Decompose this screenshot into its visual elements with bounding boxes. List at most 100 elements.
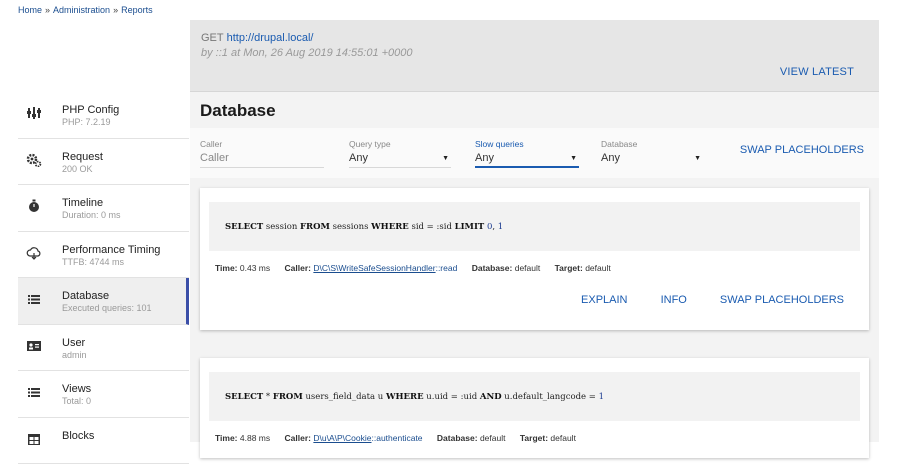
sidebar-item-subtitle: TTFB: 4744 ms <box>62 257 124 267</box>
query-database: default <box>515 263 541 273</box>
caller-filter-label: Caller <box>200 139 324 149</box>
request-method: GET <box>201 32 224 44</box>
sql-token: * <box>263 392 273 402</box>
php-config-icon <box>26 106 42 120</box>
sidebar-item-subtitle: Duration: 0 ms <box>62 210 121 220</box>
sql-token: u.default_langcode = <box>502 392 599 402</box>
caller-input[interactable]: Caller <box>200 152 324 168</box>
chevron-down-icon: ▼ <box>442 155 449 162</box>
cloud-icon <box>26 246 42 260</box>
sql-token: FROM <box>300 222 330 232</box>
caller-filter: Caller Caller <box>200 139 324 168</box>
sidebar-item-database[interactable]: Database Executed queries: 101 <box>18 278 189 325</box>
breadcrumb-reports[interactable]: Reports <box>121 5 153 15</box>
sql-token: users_field_data u <box>303 392 386 402</box>
sidebar-item-title: Request <box>62 151 103 163</box>
swap-placeholders-button[interactable]: SWAP PLACEHOLDERS <box>720 294 844 306</box>
target-label: Target: <box>555 263 583 273</box>
caller-class-link[interactable]: D\C\S\WriteSafeSessionHandler <box>313 263 435 273</box>
id-card-icon <box>26 339 42 353</box>
sql-token: sid = :sid <box>409 222 455 232</box>
view-latest-button[interactable]: VIEW LATEST <box>780 66 854 78</box>
slow-queries-filter: Slow queries Any ▼ <box>475 139 579 168</box>
breadcrumb-separator: » <box>45 5 50 15</box>
sql-token: FROM <box>273 392 303 402</box>
breadcrumb-separator: » <box>113 5 118 15</box>
sidebar-item-views[interactable]: Views Total: 0 <box>18 371 189 418</box>
sidebar-item-title: Timeline <box>62 197 103 209</box>
sidebar-item-subtitle: Total: 0 <box>62 396 91 406</box>
gears-icon <box>26 153 42 167</box>
query-type-value: Any <box>349 152 368 164</box>
query-filters: Caller Caller Query type Any ▼ Slow queri… <box>190 128 879 178</box>
sql-query: SELECT session FROM sessions WHERE sid =… <box>209 202 860 251</box>
database-label: Database: <box>472 263 513 273</box>
list-icon <box>26 385 42 399</box>
sidebar-item-user[interactable]: User admin <box>18 325 189 372</box>
sql-token: u.uid = :uid <box>424 392 480 402</box>
breadcrumb: Home»Administration»Reports <box>18 5 153 15</box>
page-title: Database <box>200 101 276 121</box>
request-line: GEThttp://drupal.local/ <box>201 32 313 44</box>
slow-queries-label: Slow queries <box>475 139 579 149</box>
sql-token: LIMIT <box>455 222 485 232</box>
sql-token: AND <box>480 392 502 402</box>
database-filter-label: Database <box>601 139 703 149</box>
sql-token: WHERE <box>386 392 424 402</box>
caller-method: ::read <box>436 263 458 273</box>
sql-token: SELECT <box>225 392 263 402</box>
query-type-label: Query type <box>349 139 451 149</box>
info-button[interactable]: INFO <box>661 294 687 306</box>
chevron-down-icon: ▼ <box>570 155 577 162</box>
sidebar-item-title: PHP Config <box>62 104 119 116</box>
database-panel: Database Caller Caller Query type Any ▼ S… <box>190 92 879 442</box>
sidebar-item-title: Database <box>62 290 109 302</box>
sidebar-item-timeline[interactable]: Timeline Duration: 0 ms <box>18 185 189 232</box>
query-type-select[interactable]: Any ▼ <box>349 152 451 168</box>
request-by-line: by ::1 at Mon, 26 Aug 2019 14:55:01 +000… <box>201 47 413 59</box>
sidebar-item-title: User <box>62 337 85 349</box>
sql-token: sessions <box>330 222 371 232</box>
sidebar-item-title: Blocks <box>62 430 94 442</box>
query-card: SELECT * FROM users_field_data u WHERE u… <box>200 358 869 458</box>
sidebar-item-request[interactable]: Request 200 OK <box>18 139 189 186</box>
breadcrumb-administration[interactable]: Administration <box>53 5 110 15</box>
request-url-link[interactable]: http://drupal.local/ <box>227 32 314 44</box>
chevron-down-icon: ▼ <box>694 155 701 162</box>
request-header: GEThttp://drupal.local/ by ::1 at Mon, 2… <box>190 20 879 92</box>
blocks-icon <box>26 432 42 446</box>
slow-queries-value: Any <box>475 152 494 164</box>
explain-button[interactable]: EXPLAIN <box>581 294 627 306</box>
caller-label: Caller: <box>285 263 311 273</box>
sidebar-item-subtitle: 200 OK <box>62 164 93 174</box>
sql-token: 1 <box>498 222 503 232</box>
sidebar: PHP Config PHP: 7.2.19 Request 200 OK Ti… <box>18 92 189 464</box>
sidebar-item-subtitle: Executed queries: 101 <box>62 303 152 313</box>
breadcrumb-home[interactable]: Home <box>18 5 42 15</box>
query-time: 0.43 ms <box>240 263 270 273</box>
list-icon <box>26 292 42 306</box>
database-filter: Database Any ▼ <box>601 139 703 168</box>
sidebar-item-performance-timing[interactable]: Performance Timing TTFB: 4744 ms <box>18 232 189 279</box>
sql-token: 1 <box>599 392 604 402</box>
stopwatch-icon <box>26 199 42 213</box>
time-label: Time: <box>215 263 238 273</box>
sql-token: WHERE <box>371 222 409 232</box>
query-actions: EXPLAIN INFO SWAP PLACEHOLDERS <box>551 294 844 306</box>
sql-token: SELECT <box>225 222 263 232</box>
sidebar-item-title: Views <box>62 383 91 395</box>
sql-token: session <box>263 222 300 232</box>
swap-placeholders-button[interactable]: SWAP PLACEHOLDERS <box>740 144 864 156</box>
query-target: default <box>585 263 611 273</box>
sidebar-item-blocks[interactable]: Blocks <box>18 418 189 464</box>
query-type-filter: Query type Any ▼ <box>349 139 451 168</box>
database-select[interactable]: Any ▼ <box>601 152 703 168</box>
query-meta: Time: 0.43 ms Caller: D\C\S\WriteSafeSes… <box>215 263 623 273</box>
sidebar-item-title: Performance Timing <box>62 244 160 256</box>
sidebar-item-subtitle: PHP: 7.2.19 <box>62 117 111 127</box>
slow-queries-select[interactable]: Any ▼ <box>475 152 579 168</box>
sidebar-item-subtitle: admin <box>62 350 87 360</box>
query-card: SELECT session FROM sessions WHERE sid =… <box>200 188 869 330</box>
database-value: Any <box>601 152 620 164</box>
sidebar-item-php-config[interactable]: PHP Config PHP: 7.2.19 <box>18 92 189 139</box>
